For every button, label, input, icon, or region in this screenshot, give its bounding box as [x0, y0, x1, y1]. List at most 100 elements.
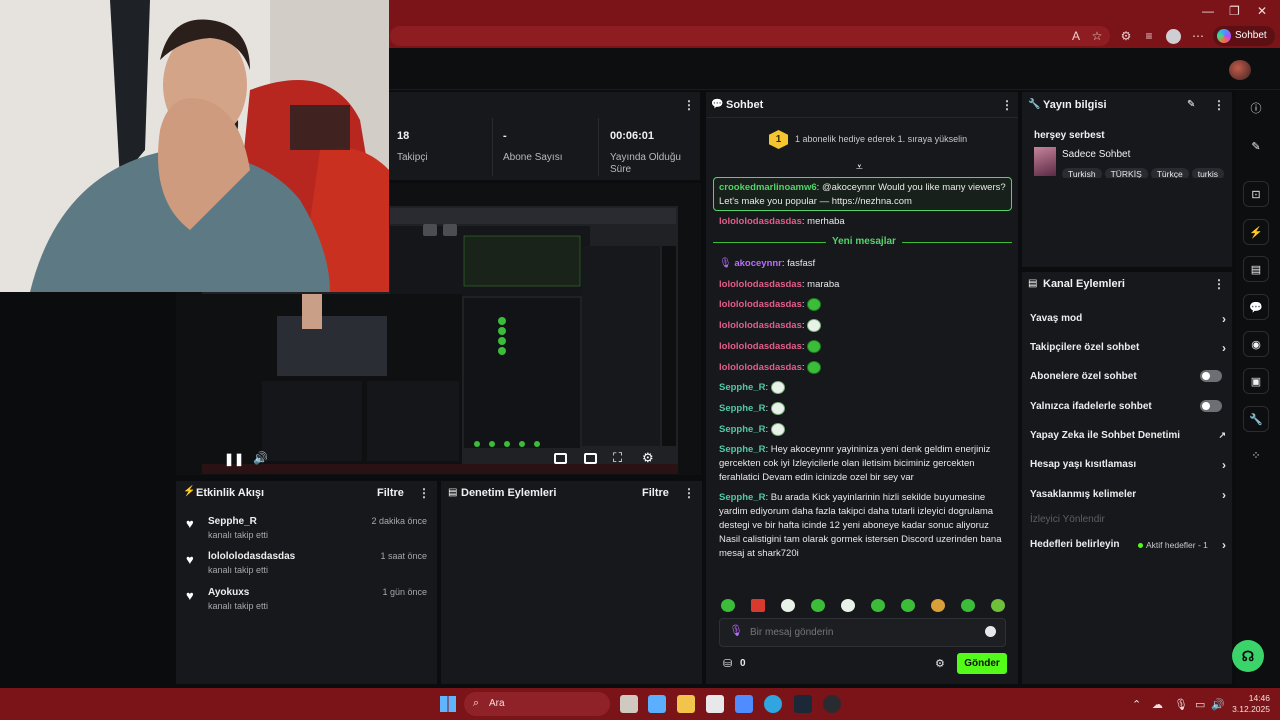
app-icon[interactable]	[648, 695, 666, 713]
document-icon[interactable]: ▤	[1243, 256, 1269, 282]
event-name[interactable]: Ayokuxs	[208, 587, 249, 598]
chat-username[interactable]: lolololodasdasdas	[719, 362, 802, 373]
microphone-icon[interactable]: 🎙	[1174, 698, 1188, 711]
popout-icon[interactable]	[443, 224, 457, 236]
chat-username[interactable]: crookedmarlinoamw6	[719, 182, 817, 193]
moderation-menu-icon[interactable]: ⋮	[683, 486, 695, 500]
taskbar-search[interactable]	[464, 692, 610, 716]
emote-icon[interactable]	[991, 599, 1005, 612]
task-view-icon[interactable]	[620, 695, 638, 713]
tray-chevron-icon[interactable]: ⌃	[1132, 698, 1141, 711]
tag[interactable]: turkis	[1191, 168, 1225, 178]
emoji-picker-icon[interactable]	[985, 626, 996, 637]
event-name[interactable]: lolololodasdasdas	[208, 551, 295, 562]
file-explorer-icon[interactable]	[677, 695, 695, 713]
chat-username[interactable]: lolololodasdasdas	[719, 341, 802, 352]
chat-settings-icon[interactable]: ⚙	[935, 657, 945, 670]
chat-username[interactable]: lolololodasdasdas	[719, 299, 802, 310]
maximize-icon[interactable]: ❐	[1229, 4, 1240, 18]
moderation-filter-button[interactable]: Filtre	[642, 487, 669, 499]
favorites-icon[interactable]: ≡	[1141, 28, 1157, 44]
emote-icon[interactable]	[961, 599, 975, 612]
pencil-icon[interactable]: ✎	[1243, 134, 1269, 160]
support-headset-icon[interactable]: ☊	[1232, 640, 1264, 672]
wrench-icon[interactable]: 🔧	[1243, 406, 1269, 432]
chat-username[interactable]: lolololodasdasdas	[719, 216, 802, 227]
emote-icon[interactable]	[871, 599, 885, 612]
minimize-icon[interactable]: —	[1202, 4, 1214, 18]
theater-mode-icon[interactable]	[584, 453, 597, 464]
chat-username[interactable]: lolololodasdasdas	[719, 320, 802, 331]
copilot-button[interactable]: Sohbet et	[1213, 26, 1275, 61]
chat-username[interactable]: Sepphe_R	[719, 403, 765, 414]
favorite-star-icon[interactable]: ☆	[1089, 28, 1105, 44]
event-name[interactable]: Sepphe_R	[208, 516, 257, 527]
gift-banner-text[interactable]: 1 abonelik hediye ederek 1. sıraya yükse…	[795, 134, 967, 144]
settings-icon[interactable]: ⚙	[642, 450, 654, 466]
more-icon[interactable]: ⋯	[1190, 28, 1206, 44]
mail-icon[interactable]	[735, 695, 753, 713]
read-aloud-icon[interactable]: A	[1068, 28, 1084, 44]
action-ai-moderation[interactable]: Yapay Zeka ile Sohbet Denetimi ↗	[1030, 430, 1226, 441]
emote-icon[interactable]	[781, 599, 795, 612]
emote-icon[interactable]	[901, 599, 915, 612]
emote-icon[interactable]	[841, 599, 855, 612]
points-icon[interactable]: ⛁	[723, 657, 732, 670]
edge-browser-icon[interactable]	[764, 695, 782, 713]
chat-menu-icon[interactable]: ⋮	[1001, 98, 1013, 112]
action-account-age[interactable]: Hesap yaşı kısıtlaması ›	[1030, 458, 1226, 472]
emote-icon[interactable]	[751, 599, 765, 612]
action-banned-words[interactable]: Yasaklanmış kelimeler ›	[1030, 488, 1226, 502]
miniplayer-icon[interactable]	[554, 453, 567, 464]
chat-username[interactable]: akoceynnr	[734, 258, 782, 269]
emote-icon[interactable]	[721, 599, 735, 612]
broadcast-icon[interactable]: ◉	[1243, 331, 1269, 357]
tag[interactable]: TÜRKİŞ	[1104, 168, 1148, 178]
extensions-icon[interactable]: ⚙	[1118, 28, 1134, 44]
subscribers-only-toggle[interactable]	[1200, 370, 1222, 382]
emote-icon[interactable]	[811, 599, 825, 612]
apps-icon[interactable]: ⁘	[1243, 443, 1269, 469]
tag[interactable]: Turkish	[1062, 168, 1102, 178]
volume-icon[interactable]: 🔊	[1211, 698, 1225, 711]
action-set-goals[interactable]: Hedefleri belirleyin Aktif hedefler - 1 ›	[1030, 538, 1226, 552]
obs-icon[interactable]	[823, 695, 841, 713]
info-icon[interactable]: ⓘ	[1243, 96, 1269, 122]
close-window-icon[interactable]: ✕	[1257, 4, 1267, 18]
tag[interactable]: Türkçe	[1150, 168, 1189, 178]
network-icon[interactable]: ▭	[1195, 698, 1205, 711]
chat-username[interactable]: Sepphe_R	[719, 424, 765, 435]
store-icon[interactable]	[706, 695, 724, 713]
stream-info-menu-icon[interactable]: ⋮	[1213, 98, 1225, 112]
action-slow-mode[interactable]: Yavaş mod ›	[1030, 312, 1226, 326]
pause-icon[interactable]: ❚❚	[224, 452, 244, 466]
volume-icon[interactable]: 🔊	[253, 451, 268, 465]
cloud-icon[interactable]: ☁	[1152, 698, 1163, 711]
category-thumbnail[interactable]	[1034, 147, 1056, 176]
chat-username[interactable]: Sepphe_R	[719, 444, 765, 455]
stats-menu-icon[interactable]: ⋮	[683, 98, 695, 112]
steam-icon[interactable]	[794, 695, 812, 713]
emote-icon[interactable]	[931, 599, 945, 612]
start-icon[interactable]	[440, 696, 456, 712]
edit-pencil-icon[interactable]: ✎	[1187, 99, 1195, 110]
category-name[interactable]: Sadece Sohbet	[1062, 149, 1130, 160]
bolt-icon[interactable]: ⚡	[1243, 219, 1269, 245]
profile-icon[interactable]	[1166, 29, 1181, 44]
activity-filter-button[interactable]: Filtre	[377, 487, 404, 499]
scan-icon[interactable]: ⊡	[1243, 181, 1269, 207]
address-bar[interactable]	[390, 26, 1110, 46]
chat-username[interactable]: Sepphe_R	[719, 382, 765, 393]
clock-date[interactable]: 3.12.2025	[1228, 704, 1270, 714]
chat-username[interactable]: Sepphe_R	[719, 492, 765, 503]
avatar[interactable]	[1229, 60, 1251, 80]
chat-icon[interactable]: 💬	[1243, 294, 1269, 320]
layout-icon[interactable]: ▣	[1243, 368, 1269, 394]
pip-icon[interactable]	[423, 224, 437, 236]
action-followers-only[interactable]: Takipçilere özel sohbet ›	[1030, 341, 1226, 355]
activity-menu-icon[interactable]: ⋮	[418, 486, 430, 500]
collapse-icon[interactable]: ⩡	[856, 160, 863, 175]
clock-time[interactable]: 14:46	[1238, 693, 1270, 703]
emote-only-toggle[interactable]	[1200, 400, 1222, 412]
send-button[interactable]: Gönder	[957, 653, 1007, 674]
